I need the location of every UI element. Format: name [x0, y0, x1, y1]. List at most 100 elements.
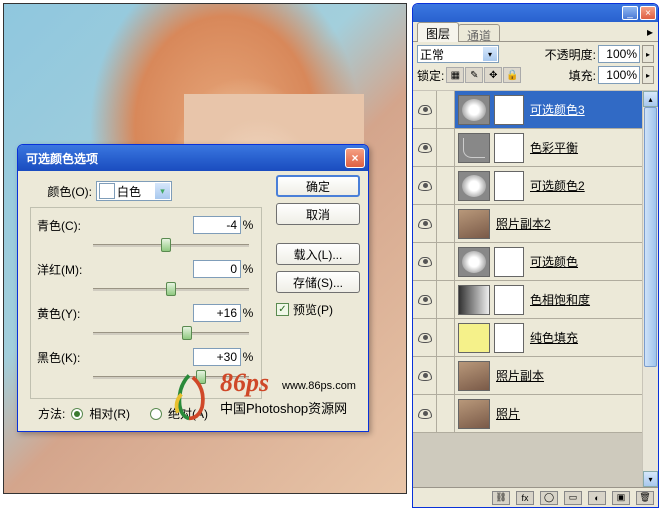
scroll-down-icon[interactable]: ▾ [643, 471, 658, 487]
dialog-titlebar[interactable]: 可选颜色选项 × [18, 145, 368, 171]
layer-mask-thumbnail[interactable] [494, 171, 524, 201]
layer-mask-thumbnail[interactable] [494, 285, 524, 315]
layer-name[interactable]: 可选颜色 [530, 253, 578, 270]
lock-paint-icon[interactable]: ✎ [465, 67, 483, 83]
layer-row[interactable]: 照片副本2 [413, 205, 642, 243]
layer-mask-icon[interactable]: ◯ [540, 491, 558, 505]
layer-thumbnail[interactable] [458, 171, 490, 201]
layer-name[interactable]: 照片副本 [496, 367, 544, 384]
link-col[interactable] [437, 91, 455, 128]
layer-thumbnail[interactable] [458, 323, 490, 353]
visibility-toggle[interactable] [413, 395, 437, 432]
color-value: 白色 [117, 183, 141, 200]
layer-thumbnail[interactable] [458, 361, 490, 391]
layer-row[interactable]: 纯色填充 [413, 319, 642, 357]
panel-close-button[interactable]: × [640, 6, 656, 20]
new-group-icon[interactable]: ▭ [564, 491, 582, 505]
layer-row[interactable]: 可选颜色2 [413, 167, 642, 205]
tab-layers[interactable]: 图层 [417, 22, 459, 42]
eye-icon [418, 295, 432, 305]
layer-row[interactable]: 可选颜色 [413, 243, 642, 281]
layer-row[interactable]: 照片副本 [413, 357, 642, 395]
link-col[interactable] [437, 167, 455, 204]
cyan-input[interactable] [193, 216, 241, 234]
visibility-toggle[interactable] [413, 205, 437, 242]
load-button[interactable]: 载入(L)... [276, 243, 360, 265]
black-slider[interactable] [93, 368, 249, 386]
layer-style-icon[interactable]: fx [516, 491, 534, 505]
layer-name[interactable]: 可选颜色3 [530, 101, 585, 118]
layer-thumbnail[interactable] [458, 399, 490, 429]
layer-row[interactable]: 可选颜色3 [413, 91, 642, 129]
layer-mask-thumbnail[interactable] [494, 95, 524, 125]
ok-button[interactable]: 确定 [276, 175, 360, 197]
delete-layer-icon[interactable]: 🗑 [636, 491, 654, 505]
new-layer-icon[interactable]: ▣ [612, 491, 630, 505]
layer-thumbnail[interactable] [458, 209, 490, 239]
tab-channels[interactable]: 通道 [458, 24, 500, 41]
visibility-toggle[interactable] [413, 91, 437, 128]
black-input[interactable] [193, 348, 241, 366]
layer-name[interactable]: 色相饱和度 [530, 291, 590, 308]
link-col[interactable] [437, 129, 455, 166]
layer-mask-thumbnail[interactable] [494, 323, 524, 353]
save-button[interactable]: 存储(S)... [276, 271, 360, 293]
layer-name[interactable]: 纯色填充 [530, 329, 578, 346]
layer-thumbnail[interactable] [458, 285, 490, 315]
visibility-toggle[interactable] [413, 357, 437, 394]
adjustment-layer-icon[interactable]: ◐ [588, 491, 606, 505]
color-dropdown[interactable]: 白色 ▾ [96, 181, 172, 201]
layer-name[interactable]: 可选颜色2 [530, 177, 585, 194]
visibility-toggle[interactable] [413, 319, 437, 356]
visibility-toggle[interactable] [413, 281, 437, 318]
layer-row[interactable]: 色彩平衡 [413, 129, 642, 167]
fill-flyout[interactable]: ▸ [642, 66, 654, 84]
preview-checkbox[interactable]: ✓ [276, 303, 289, 316]
layer-name[interactable]: 照片副本2 [496, 215, 551, 232]
magenta-input[interactable] [193, 260, 241, 278]
visibility-toggle[interactable] [413, 129, 437, 166]
layer-name[interactable]: 照片 [496, 405, 520, 422]
layer-thumbnail[interactable] [458, 133, 490, 163]
yellow-label: 黄色(Y): [37, 305, 93, 322]
close-button[interactable]: × [345, 148, 365, 168]
layer-mask-thumbnail[interactable] [494, 247, 524, 277]
cyan-slider[interactable] [93, 236, 249, 254]
yellow-slider[interactable] [93, 324, 249, 342]
cancel-button[interactable]: 取消 [276, 203, 360, 225]
minimize-button[interactable]: _ [622, 6, 638, 20]
layer-name[interactable]: 色彩平衡 [530, 139, 578, 156]
link-layers-icon[interactable]: ⛓ [492, 491, 510, 505]
layer-row[interactable]: 色相饱和度 [413, 281, 642, 319]
layer-row[interactable]: 照片 [413, 395, 642, 433]
panel-titlebar[interactable]: _ × [413, 4, 658, 22]
magenta-slider[interactable] [93, 280, 249, 298]
scroll-up-icon[interactable]: ▴ [643, 91, 658, 107]
panel-menu-icon[interactable]: ▸ [642, 22, 658, 41]
layer-thumbnail[interactable] [458, 95, 490, 125]
link-col[interactable] [437, 395, 455, 432]
link-col[interactable] [437, 243, 455, 280]
yellow-input[interactable] [193, 304, 241, 322]
absolute-radio[interactable] [150, 408, 162, 420]
chevron-down-icon: ▾ [155, 183, 170, 199]
opacity-flyout[interactable]: ▸ [642, 45, 654, 63]
scrollbar[interactable]: ▴ ▾ [642, 91, 658, 487]
layer-thumbnail[interactable] [458, 247, 490, 277]
lock-all-icon[interactable]: 🔒 [503, 67, 521, 83]
link-col[interactable] [437, 357, 455, 394]
visibility-toggle[interactable] [413, 167, 437, 204]
lock-transparent-icon[interactable]: ▦ [446, 67, 464, 83]
opacity-input[interactable] [598, 45, 640, 63]
visibility-toggle[interactable] [413, 243, 437, 280]
relative-radio[interactable] [71, 408, 83, 420]
scroll-thumb[interactable] [644, 107, 657, 367]
chevron-down-icon: ▾ [483, 47, 497, 61]
link-col[interactable] [437, 205, 455, 242]
layer-mask-thumbnail[interactable] [494, 133, 524, 163]
lock-move-icon[interactable]: ✥ [484, 67, 502, 83]
fill-input[interactable] [598, 66, 640, 84]
link-col[interactable] [437, 319, 455, 356]
link-col[interactable] [437, 281, 455, 318]
blend-mode-dropdown[interactable]: 正常 ▾ [417, 45, 499, 63]
